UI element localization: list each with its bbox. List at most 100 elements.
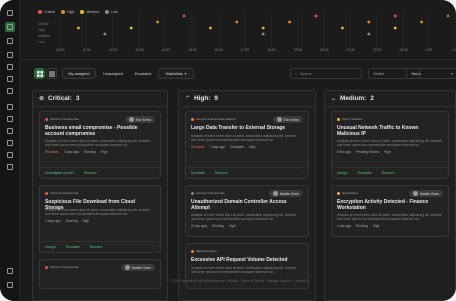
card-divider bbox=[40, 167, 160, 168]
alert-meta-item: Running bbox=[65, 219, 78, 223]
card-action-button[interactable]: Escalate bbox=[358, 171, 372, 175]
assignee-badge[interactable]: Eric Holms bbox=[124, 116, 155, 123]
escalated-filter[interactable]: Escalated bbox=[130, 68, 156, 79]
timeline-alert-dot[interactable] bbox=[77, 26, 80, 30]
time-tick-label: 22:00 bbox=[372, 48, 382, 52]
alert-card[interactable]: Account Compromise Suspicious File Downlo… bbox=[39, 185, 161, 253]
card-action-button[interactable]: Escalate bbox=[191, 171, 205, 175]
chevron-down-icon: ▾ bbox=[451, 71, 453, 76]
timeline-alert-dot[interactable] bbox=[261, 32, 265, 36]
alert-description: Analysis of event lorem dolor sit amet, … bbox=[191, 266, 296, 275]
legend-label: Critical bbox=[44, 10, 55, 14]
timeline-alert-dot[interactable] bbox=[367, 32, 371, 36]
alert-meta-item: 2 days ago bbox=[45, 219, 61, 223]
bolt-icon[interactable] bbox=[5, 62, 15, 72]
card-divider bbox=[40, 241, 160, 242]
alert-card[interactable]: Exploitation Natalie Owen Encryption Activ… bbox=[331, 185, 449, 237]
avatar bbox=[412, 191, 418, 196]
card-action-button[interactable]: Resolve bbox=[215, 171, 228, 175]
settings-icon[interactable] bbox=[5, 74, 15, 84]
timeline-alert-dot[interactable] bbox=[209, 26, 212, 30]
severity-column: ⊗ Critical: 3 Account Compromise Eric Holms B… bbox=[32, 90, 168, 301]
card-action-button[interactable]: Assign bbox=[45, 245, 56, 249]
home-icon[interactable] bbox=[5, 8, 15, 18]
status-select[interactable]: Status ▾ bbox=[406, 68, 456, 79]
more-options-icon[interactable]: ⋮ bbox=[151, 245, 155, 249]
grid-view-button[interactable] bbox=[34, 68, 45, 79]
avatar bbox=[128, 117, 134, 122]
time-tick-label: 19:00 bbox=[293, 48, 303, 52]
user-icon[interactable] bbox=[5, 86, 15, 96]
shield-icon[interactable] bbox=[5, 50, 15, 60]
severity-axis-label: Low bbox=[38, 40, 45, 44]
time-tick-label: 1:00 bbox=[452, 48, 456, 52]
search-input[interactable]: ⌕ Search bbox=[290, 68, 362, 79]
assignee-badge[interactable]: Natalie Owen bbox=[120, 264, 155, 271]
alert-category: Malicious Event bbox=[191, 249, 217, 253]
timeline-alert-dot[interactable] bbox=[235, 20, 239, 24]
chat-icon[interactable] bbox=[5, 150, 15, 160]
timeline-alert-dot[interactable] bbox=[156, 20, 159, 24]
dashboard-icon[interactable] bbox=[5, 22, 15, 32]
alert-card[interactable]: Account Compromise Natalie Owen bbox=[39, 259, 161, 289]
box-icon[interactable] bbox=[5, 162, 15, 172]
timeline-alert-dot[interactable] bbox=[103, 32, 107, 36]
timeline-alert-dot[interactable] bbox=[182, 14, 186, 18]
timeline-alert-dot[interactable] bbox=[129, 26, 133, 30]
avatar bbox=[276, 117, 282, 122]
timeline-alert-dot[interactable] bbox=[393, 14, 397, 18]
time-tick-label: 17:00 bbox=[240, 48, 250, 52]
assignee-name: Natalie Owen bbox=[419, 191, 439, 196]
timeline-alert-dot[interactable] bbox=[261, 26, 265, 30]
timeline-alert-dot[interactable] bbox=[288, 20, 291, 24]
card-divider bbox=[332, 167, 448, 168]
timeline-alert-dot[interactable] bbox=[367, 20, 371, 24]
alert-meta-item: Reinstate bbox=[45, 150, 59, 154]
assignee-badge[interactable]: Natalie Owen bbox=[408, 190, 443, 197]
assignee-badge[interactable]: Eric Holms bbox=[272, 116, 303, 123]
card-actions: Assign Escalate Resolve ⋮ bbox=[45, 245, 155, 249]
category-label: Account Compromise Attempt bbox=[196, 117, 236, 121]
assignee-badge[interactable]: Natalie Owen bbox=[268, 190, 303, 197]
category-label: Account Compromise bbox=[50, 117, 79, 121]
timeline-time-axis: 10:00 11:00 12:00 13:00 14:00 15:00 16:00 17:00… bbox=[56, 48, 456, 54]
alert-meta-item: 5 min ago bbox=[337, 150, 351, 154]
document-icon[interactable] bbox=[5, 102, 15, 112]
alert-icon[interactable] bbox=[5, 36, 15, 46]
timeline-alert-dot[interactable] bbox=[341, 26, 344, 30]
more-options-icon[interactable]: ⋮ bbox=[299, 171, 303, 175]
gear-icon[interactable] bbox=[5, 266, 15, 276]
alert-card[interactable]: Account Compromise Eric Holms Business ema… bbox=[39, 111, 161, 179]
lock-icon[interactable] bbox=[5, 126, 15, 136]
unassigned-filter[interactable]: Unassigned bbox=[98, 68, 128, 79]
time-tick-label: 16:00 bbox=[214, 48, 223, 52]
my-assigned-filter[interactable]: My assigned bbox=[62, 68, 96, 79]
timeline-alert-dot[interactable] bbox=[393, 26, 397, 30]
more-options-icon[interactable]: ⋮ bbox=[151, 171, 155, 175]
card-action-button[interactable]: Investigate further bbox=[45, 171, 74, 175]
alert-meta-item: Running bbox=[356, 224, 368, 228]
globe-icon[interactable] bbox=[5, 114, 15, 124]
card-action-button[interactable]: Assign bbox=[337, 171, 348, 175]
folder-icon[interactable] bbox=[5, 138, 15, 148]
more-options-icon[interactable]: ⋮ bbox=[439, 171, 443, 175]
card-action-button[interactable]: Resolve bbox=[84, 171, 97, 175]
alert-card[interactable]: Policy Violation Unusual Network Traffic … bbox=[331, 111, 449, 179]
alert-meta-item: High bbox=[82, 219, 90, 223]
alert-card[interactable]: Account Compromise Attempt Eric Holms Larg… bbox=[185, 111, 309, 179]
card-action-button[interactable]: Escalate bbox=[66, 245, 80, 249]
alert-meta-item: Running bbox=[212, 224, 224, 228]
list-view-button[interactable] bbox=[46, 68, 57, 79]
timeline-chart bbox=[60, 12, 456, 48]
timeline-alert-dot[interactable] bbox=[420, 20, 423, 24]
timeline-alert-dot[interactable] bbox=[314, 14, 318, 18]
card-action-button[interactable]: Resolve bbox=[90, 245, 103, 249]
category-label: Exploitation bbox=[342, 191, 358, 195]
alert-card[interactable]: Account Compromise Natalie Owen Unauthoriz… bbox=[185, 185, 309, 237]
timeline-alert-dot[interactable] bbox=[446, 14, 450, 18]
assignee-name: Eric Holms bbox=[135, 117, 151, 122]
legend-dot bbox=[38, 10, 42, 14]
watchlists-dropdown[interactable]: Watchlists ▾ bbox=[158, 68, 194, 79]
card-action-button[interactable]: Resolve bbox=[382, 171, 395, 175]
help-icon[interactable] bbox=[5, 280, 15, 290]
